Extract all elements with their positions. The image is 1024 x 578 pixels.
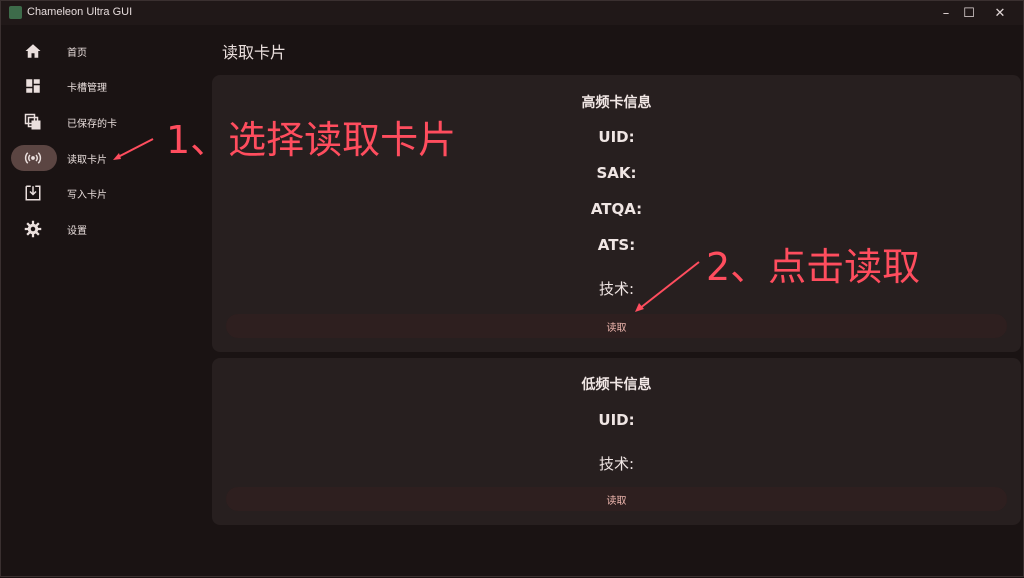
title-bar: Chameleon Ultra GUI – ☐ ✕ (1, 1, 1023, 25)
lf-tech-label: 技术: (598, 455, 635, 473)
sidebar-item-label: 读取卡片 (67, 155, 107, 166)
sidebar-item-label: 设置 (67, 226, 87, 237)
hf-atqa-label: ATQA: (590, 200, 643, 218)
download-icon (23, 183, 43, 203)
sidebar-item-settings[interactable]: 设置 (11, 216, 191, 242)
annotation-step-1: 1、选择读取卡片 (166, 118, 457, 162)
broadcast-icon (23, 148, 43, 168)
sidebar-item-saved-cards[interactable]: 已保存的卡 (11, 109, 191, 135)
lf-uid-label: UID: (598, 411, 635, 429)
page-title: 读取卡片 (222, 43, 287, 62)
sidebar-item-home[interactable]: 首页 (11, 38, 191, 64)
sidebar-item-label: 首页 (67, 48, 87, 59)
sidebar-item-slot-manager[interactable]: 卡槽管理 (11, 73, 191, 99)
sidebar-item-read-card[interactable]: 读取卡片 (11, 145, 191, 171)
hf-read-button[interactable]: 读取 (226, 314, 1007, 338)
dashboard-icon (23, 76, 43, 96)
lf-card-heading: 低频卡信息 (581, 377, 652, 393)
sidebar: 首页 卡槽管理 已保存的卡 读取卡片 写入卡片 设置 (1, 25, 206, 578)
hf-sak-label: SAK: (596, 164, 637, 182)
sidebar-item-label: 写入卡片 (67, 190, 107, 201)
window-title: Chameleon Ultra GUI (27, 6, 133, 18)
annotation-step-2: 2、点击读取 (706, 245, 921, 289)
sidebar-item-label: 已保存的卡 (67, 119, 117, 130)
close-button[interactable]: ✕ (977, 1, 1023, 25)
app-logo-icon (9, 6, 22, 19)
sidebar-item-label: 卡槽管理 (67, 83, 107, 94)
sidebar-item-write-card[interactable]: 写入卡片 (11, 180, 191, 206)
home-icon (23, 41, 43, 61)
saved-cards-icon (23, 112, 43, 132)
lf-read-button[interactable]: 读取 (226, 487, 1007, 511)
gear-icon (23, 219, 43, 239)
app-window: Chameleon Ultra GUI – ☐ ✕ 首页 卡槽管理 已保存的卡 … (0, 0, 1024, 577)
lf-card-info-panel: 低频卡信息 UID: 技术: 读取 (212, 358, 1021, 525)
